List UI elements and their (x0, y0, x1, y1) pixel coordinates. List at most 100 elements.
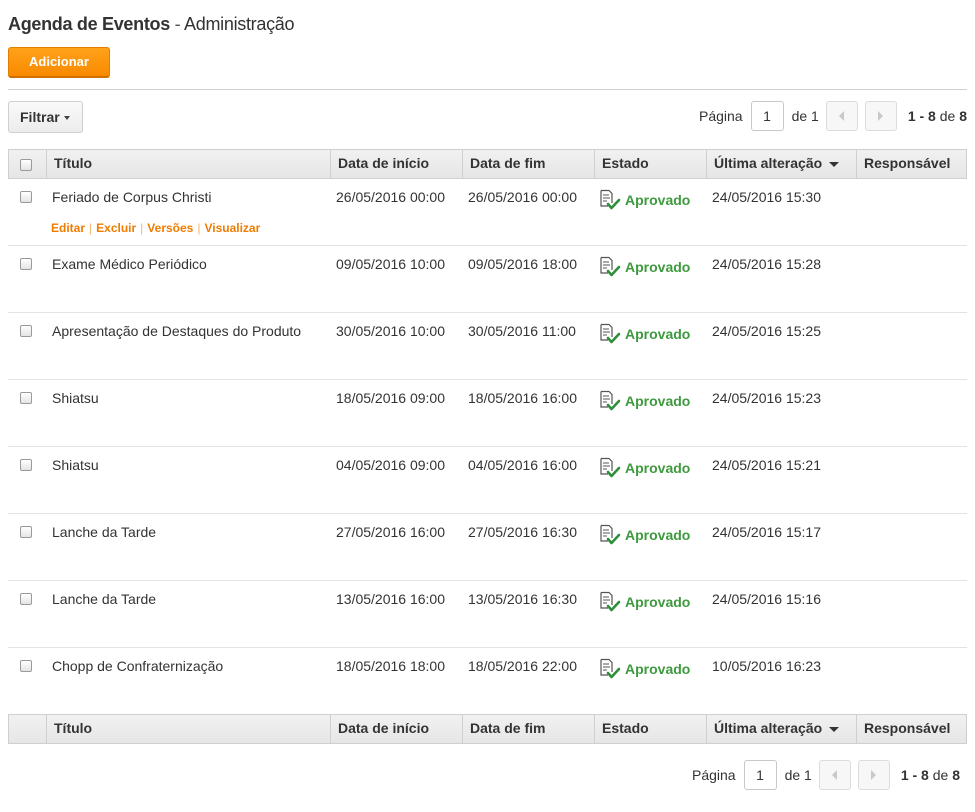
table-header: Título Data de início Data de fim Estado… (8, 149, 967, 179)
prev-page-button[interactable] (818, 760, 851, 790)
row-start-date: 09/05/2016 10:00 (336, 256, 445, 272)
table-row[interactable]: Shiatsu 04/05/2016 09:00 04/05/2016 16:00 A… (8, 447, 967, 514)
status-label: Aprovado (625, 393, 691, 409)
sort-desc-icon (829, 161, 840, 167)
row-last-modified: 24/05/2016 15:23 (712, 390, 821, 406)
filter-button[interactable]: Filtrar (8, 101, 83, 133)
col-status[interactable]: Estado (594, 715, 706, 743)
document-check-icon (600, 323, 621, 344)
row-start-date: 26/05/2016 00:00 (336, 189, 445, 205)
page-number-input[interactable] (750, 101, 784, 131)
row-end-date: 04/05/2016 16:00 (468, 457, 577, 473)
page-number-input[interactable] (743, 760, 777, 790)
table-row[interactable]: Chopp de Confraternização 18/05/2016 18:0… (8, 648, 967, 715)
row-end-date: 18/05/2016 22:00 (468, 658, 577, 674)
row-last-modified: 24/05/2016 15:17 (712, 524, 821, 540)
row-checkbox[interactable] (20, 459, 32, 471)
row-checkbox[interactable] (20, 526, 32, 538)
row-actions: Editar | Excluir | Versões | Visualizar (51, 221, 260, 235)
col-last-modified[interactable]: Última alteração (706, 150, 856, 178)
status-badge: Aprovado (599, 189, 690, 211)
status-badge: Aprovado (599, 457, 690, 479)
title-separator: - (169, 14, 185, 34)
row-checkbox[interactable] (20, 258, 32, 270)
edit-link[interactable]: Editar (51, 221, 85, 235)
divider (8, 89, 967, 90)
delete-link[interactable]: Excluir (96, 221, 136, 235)
row-last-modified: 24/05/2016 15:16 (712, 591, 821, 607)
col-title[interactable]: Título (46, 150, 330, 178)
page-label: Página (698, 108, 743, 124)
row-title[interactable]: Apresentação de Destaques do Produto (52, 323, 301, 339)
col-end-date[interactable]: Data de fim (462, 150, 594, 178)
col-end-date[interactable]: Data de fim (462, 715, 594, 743)
table-row[interactable]: Shiatsu 18/05/2016 09:00 18/05/2016 16:00 A… (8, 380, 967, 447)
status-label: Aprovado (625, 192, 691, 208)
row-start-date: 13/05/2016 16:00 (336, 591, 445, 607)
row-start-date: 18/05/2016 09:00 (336, 390, 445, 406)
events-table: Título Data de início Data de fim Estado… (8, 149, 967, 744)
row-title[interactable]: Shiatsu (52, 390, 99, 406)
row-checkbox[interactable] (20, 593, 32, 605)
caret-down-icon (64, 116, 70, 120)
row-checkbox[interactable] (20, 392, 32, 404)
document-check-icon (600, 390, 621, 411)
page-label: Página (691, 767, 736, 783)
chevron-left-icon (832, 770, 838, 780)
footer-select-cell (9, 715, 46, 743)
col-last-modified-label: Última alteração (714, 155, 823, 171)
section-title: Administração (184, 14, 295, 34)
result-range: 1 - 8 de 8 (907, 108, 967, 124)
view-link[interactable]: Visualizar (204, 221, 260, 235)
row-title[interactable]: Chopp de Confraternização (52, 658, 223, 674)
col-start-date[interactable]: Data de início (330, 715, 462, 743)
table-row[interactable]: Feriado de Corpus Christi 26/05/2016 00:0… (8, 179, 967, 246)
document-check-icon (600, 524, 621, 545)
table-row[interactable]: Lanche da Tarde 27/05/2016 16:00 27/05/201… (8, 514, 967, 581)
status-badge: Aprovado (599, 390, 690, 412)
row-end-date: 13/05/2016 16:30 (468, 591, 577, 607)
row-title[interactable]: Lanche da Tarde (52, 591, 156, 607)
status-badge: Aprovado (599, 323, 690, 345)
row-checkbox[interactable] (20, 325, 32, 337)
row-start-date: 30/05/2016 10:00 (336, 323, 445, 339)
row-end-date: 09/05/2016 18:00 (468, 256, 577, 272)
row-last-modified: 24/05/2016 15:28 (712, 256, 821, 272)
filter-label: Filtrar (20, 109, 60, 125)
row-end-date: 26/05/2016 00:00 (468, 189, 577, 205)
status-badge: Aprovado (599, 658, 690, 680)
page-title: Agenda de Eventos - Administração (8, 14, 295, 35)
prev-page-button[interactable] (825, 101, 858, 131)
table-row[interactable]: Apresentação de Destaques do Produto 30/0… (8, 313, 967, 380)
table-row[interactable]: Exame Médico Periódico 09/05/2016 10:00 09… (8, 246, 967, 313)
row-start-date: 04/05/2016 09:00 (336, 457, 445, 473)
versions-link[interactable]: Versões (147, 221, 193, 235)
document-check-icon (600, 658, 621, 679)
add-button[interactable]: Adicionar (8, 47, 110, 78)
col-status[interactable]: Estado (594, 150, 706, 178)
pager-bottom: Página de 1 1 - 8 de 8 (692, 760, 960, 790)
col-title[interactable]: Título (46, 715, 330, 743)
document-check-icon (600, 256, 621, 277)
page-count: de 1 (791, 108, 819, 124)
table-row[interactable]: Lanche da Tarde 13/05/2016 16:00 13/05/201… (8, 581, 967, 648)
row-end-date: 18/05/2016 16:00 (468, 390, 577, 406)
row-checkbox[interactable] (20, 191, 32, 203)
row-title[interactable]: Shiatsu (52, 457, 99, 473)
next-page-button[interactable] (857, 760, 890, 790)
select-all-checkbox[interactable] (20, 159, 32, 171)
col-owner[interactable]: Responsável (856, 150, 966, 178)
row-checkbox[interactable] (20, 660, 32, 672)
next-page-button[interactable] (864, 101, 897, 131)
row-start-date: 18/05/2016 18:00 (336, 658, 445, 674)
col-last-modified-label: Última alteração (714, 720, 823, 736)
row-title[interactable]: Exame Médico Periódico (52, 256, 207, 272)
row-title[interactable]: Lanche da Tarde (52, 524, 156, 540)
col-owner[interactable]: Responsável (856, 715, 966, 743)
row-title[interactable]: Feriado de Corpus Christi (52, 189, 212, 205)
col-last-modified[interactable]: Última alteração (706, 715, 856, 743)
sort-desc-icon (829, 726, 840, 732)
status-badge: Aprovado (599, 591, 690, 613)
status-badge: Aprovado (599, 524, 690, 546)
col-start-date[interactable]: Data de início (330, 150, 462, 178)
